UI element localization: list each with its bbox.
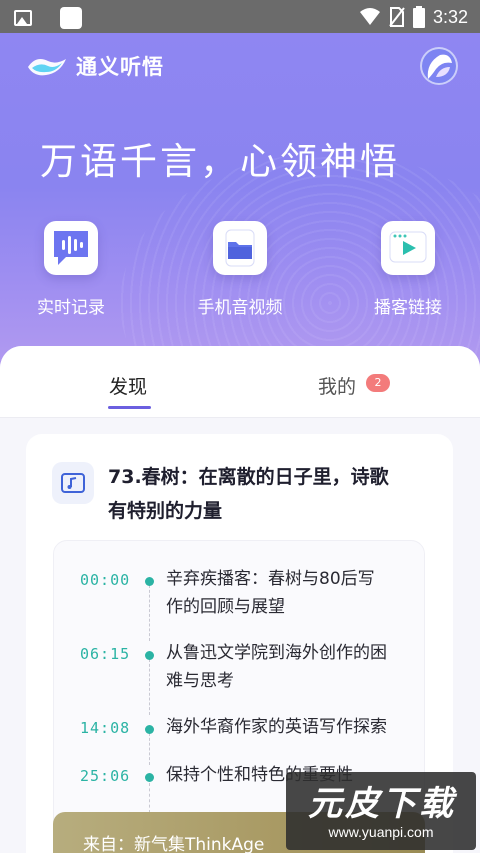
music-file-icon [52,462,94,504]
tab-indicator [108,406,151,409]
tab-mine[interactable]: 我的 [318,372,356,399]
waveform-icon [44,221,98,275]
watermark-url: www.yuanpi.com [328,824,434,840]
card-title: 73.春树：在离散的日子里，诗歌 有特别的力量 [108,460,428,528]
chapter-time: 25:06 [80,767,131,785]
avatar-image-icon [427,54,452,79]
chapter-time: 00:00 [80,571,131,589]
timeline-connector [149,783,150,813]
gallery-notification-icon [14,10,32,26]
clock: 3:32 [432,6,468,27]
chapter-text: 从鲁迅文学院到海外创作的困 难与思考 [166,639,406,695]
timeline-dot [145,651,154,660]
status-bar: 3:32 [0,0,480,33]
source-text: 来自：新气集ThinkAge [83,835,265,853]
realtime-record-button[interactable]: 实时记录 [6,221,136,318]
timeline-connector [149,733,150,765]
folder-icon [213,221,267,275]
app-logo-icon [28,59,66,76]
timeline-dot [145,577,154,586]
battery-icon [412,6,425,28]
tab-bar: 发现 我的 2 [0,346,480,418]
timeline-connector [149,659,150,715]
watermark: 元皮下载 www.yuanpi.com [286,772,476,850]
chapter-text-line1: 辛弃疾播客：春树与80后写 [166,569,375,589]
chapter-text-line1: 从鲁迅文学院到海外创作的困 [166,643,387,663]
podcast-link-label: 播客链接 [374,298,442,318]
chapter-text: 海外华裔作家的英语写作探索 [166,713,406,741]
podcast-link-button[interactable]: 播客链接 [343,221,473,318]
slogan: 万语千言，心领神悟 [40,140,400,183]
play-icon [381,221,435,275]
phone-media-button[interactable]: 手机音视频 [175,221,305,318]
card-title-line1: 73.春树：在离散的日子里，诗歌 [108,466,389,488]
timeline-dot [145,725,154,734]
watermark-title: 元皮下载 [308,784,456,824]
wifi-icon [359,8,380,25]
chapter-text-line2: 难与思考 [166,671,234,691]
timeline-dot [145,773,154,782]
chapter-time: 06:15 [80,645,131,663]
hero-header: 通义听悟 万语千言，心领神悟 实时记录 手机音视频 播客链接 [0,33,480,373]
avatar[interactable] [420,47,458,85]
chapter-text: 辛弃疾播客：春树与80后写 作的回顾与展望 [166,565,406,621]
notification-badge: 2 [366,374,390,392]
realtime-record-label: 实时记录 [37,298,105,318]
app-notification-icon [60,7,82,29]
chapter-text-line2: 作的回顾与展望 [166,597,285,617]
brand: 通义听悟 [26,51,164,81]
phone-media-label: 手机音视频 [197,298,283,318]
chapter-text-line1: 海外华裔作家的英语写作探索 [166,717,387,737]
no-sim-icon [389,7,405,27]
timeline-connector [149,585,150,641]
card-title-line2: 有特别的力量 [108,500,223,522]
chapter-time: 14:08 [80,719,131,737]
tab-discover[interactable]: 发现 [109,372,147,399]
app-name: 通义听悟 [76,55,164,79]
